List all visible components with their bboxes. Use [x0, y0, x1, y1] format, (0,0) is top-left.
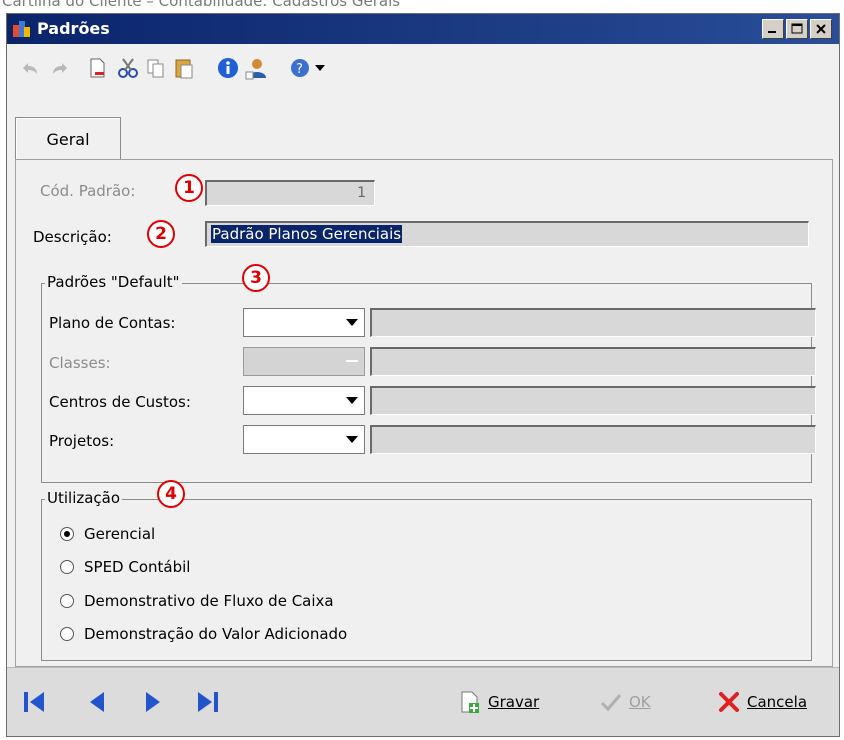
- radio-sped-contabil-indicator[interactable]: [60, 560, 74, 574]
- gravar-label: Gravar: [488, 693, 540, 711]
- radio-gerencial-label: Gerencial: [84, 525, 156, 543]
- marker-1: 1: [175, 174, 203, 202]
- redo-icon: [53, 63, 67, 74]
- marker-2-text: 2: [155, 224, 167, 244]
- classes-select[interactable]: [243, 347, 365, 376]
- previous-record-icon[interactable]: [84, 688, 110, 716]
- radio-gerencial[interactable]: Gerencial: [60, 525, 155, 543]
- centros-custos-description: [370, 386, 816, 415]
- chevron-down-icon: [346, 319, 358, 326]
- cod-padrao-label: Cód. Padrão:: [40, 182, 136, 200]
- first-record-icon[interactable]: [21, 688, 47, 716]
- cut-icon: [118, 58, 138, 78]
- new-document-icon: [90, 58, 105, 78]
- descricao-label: Descrição:: [33, 228, 112, 246]
- window-title: Padrões: [37, 19, 110, 38]
- plano-contas-select[interactable]: [243, 308, 365, 337]
- cancela-label: Cancela: [747, 693, 808, 711]
- cancel-x-icon: [719, 692, 739, 712]
- marker-2: 2: [147, 220, 175, 248]
- footer-bar: Gravar OK Cancela: [7, 667, 839, 736]
- app-icon: [13, 21, 30, 37]
- cut-button[interactable]: [115, 55, 141, 81]
- tab-geral[interactable]: Geral: [15, 117, 121, 161]
- page-caption: Cartilha do Cliente – Contabilidade: Cad…: [2, 0, 401, 10]
- maximize-button[interactable]: [786, 19, 808, 39]
- chevron-down-icon: [346, 360, 358, 362]
- projetos-select[interactable]: [243, 425, 365, 454]
- user-icon: [245, 59, 266, 80]
- minimize-icon: [768, 31, 776, 33]
- info-icon: [218, 58, 238, 78]
- geral-panel: Cód. Padrão: 1 1 Descrição: 2 Padrão Pla…: [15, 159, 833, 667]
- plano-contas-label: Plano de Contas:: [49, 314, 176, 332]
- plano-contas-description: [370, 308, 816, 337]
- gravar-button[interactable]: Gravar: [458, 688, 539, 716]
- padroes-window: Padrões ? Geral Cód. Padrão: 1 1 Descriç…: [6, 13, 840, 737]
- marker-3: 3: [242, 264, 270, 292]
- copy-icon: [147, 59, 164, 78]
- marker-3-text: 3: [250, 268, 262, 288]
- user-button[interactable]: [243, 55, 269, 81]
- centros-custos-select[interactable]: [243, 386, 365, 415]
- minimize-button[interactable]: [762, 19, 784, 39]
- marker-4-text: 4: [165, 484, 177, 504]
- chevron-down-icon: [346, 397, 358, 404]
- svg-text:?: ?: [296, 62, 303, 77]
- descricao-value: Padrão Planos Gerenciais: [211, 225, 403, 243]
- radio-sped-contabil-label: SPED Contábil: [84, 558, 191, 576]
- radio-gerencial-indicator[interactable]: [60, 527, 74, 541]
- checkmark-icon: [600, 694, 622, 712]
- tab-label: Geral: [46, 130, 90, 149]
- close-icon: [816, 24, 826, 34]
- cod-padrao-field[interactable]: 1: [205, 180, 375, 206]
- next-record-icon[interactable]: [140, 688, 166, 716]
- cod-padrao-value: 1: [357, 185, 366, 201]
- radio-valor-adicionado[interactable]: Demonstração do Valor Adicionado: [60, 625, 347, 643]
- projetos-label: Projetos:: [49, 432, 115, 450]
- centros-custos-label: Centros de Custos:: [49, 393, 191, 411]
- radio-sped-contabil[interactable]: SPED Contábil: [60, 558, 190, 576]
- close-button[interactable]: [810, 19, 832, 39]
- radio-valor-adicionado-label: Demonstração do Valor Adicionado: [84, 625, 348, 643]
- help-dropdown-button[interactable]: [307, 55, 333, 81]
- info-button[interactable]: [215, 55, 241, 81]
- radio-fluxo-caixa[interactable]: Demonstrativo de Fluxo de Caixa: [60, 592, 334, 610]
- chevron-down-icon: [346, 436, 358, 443]
- last-record-icon[interactable]: [195, 688, 221, 716]
- radio-fluxo-caixa-label: Demonstrativo de Fluxo de Caixa: [84, 592, 334, 610]
- tab-strip: Geral: [7, 90, 839, 161]
- new-button[interactable]: [85, 55, 111, 81]
- radio-valor-adicionado-indicator[interactable]: [60, 627, 74, 641]
- classes-description: [370, 347, 816, 376]
- radio-fluxo-caixa-indicator[interactable]: [60, 594, 74, 608]
- undo-button[interactable]: [17, 55, 43, 81]
- redo-button[interactable]: [47, 55, 73, 81]
- toolbar: ?: [7, 44, 839, 90]
- marker-4: 4: [157, 480, 185, 508]
- paste-button[interactable]: [171, 55, 197, 81]
- undo-icon: [23, 63, 37, 74]
- save-document-icon: [461, 691, 479, 713]
- descricao-input[interactable]: Padrão Planos Gerenciais: [205, 221, 809, 247]
- dropdown-arrow-icon: [315, 65, 325, 71]
- projetos-description: [370, 425, 816, 454]
- classes-label: Classes:: [49, 354, 111, 372]
- utilizacao-group-title: Utilização: [45, 489, 123, 507]
- copy-button[interactable]: [143, 55, 169, 81]
- marker-1-text: 1: [183, 178, 195, 198]
- ok-button[interactable]: OK: [599, 688, 651, 716]
- defaults-group-title: Padrões "Default": [45, 273, 182, 291]
- maximize-icon: [791, 23, 803, 34]
- title-bar[interactable]: Padrões: [7, 14, 839, 44]
- cancela-button[interactable]: Cancela: [717, 688, 807, 716]
- paste-icon: [175, 59, 193, 79]
- ok-label: OK: [629, 693, 651, 711]
